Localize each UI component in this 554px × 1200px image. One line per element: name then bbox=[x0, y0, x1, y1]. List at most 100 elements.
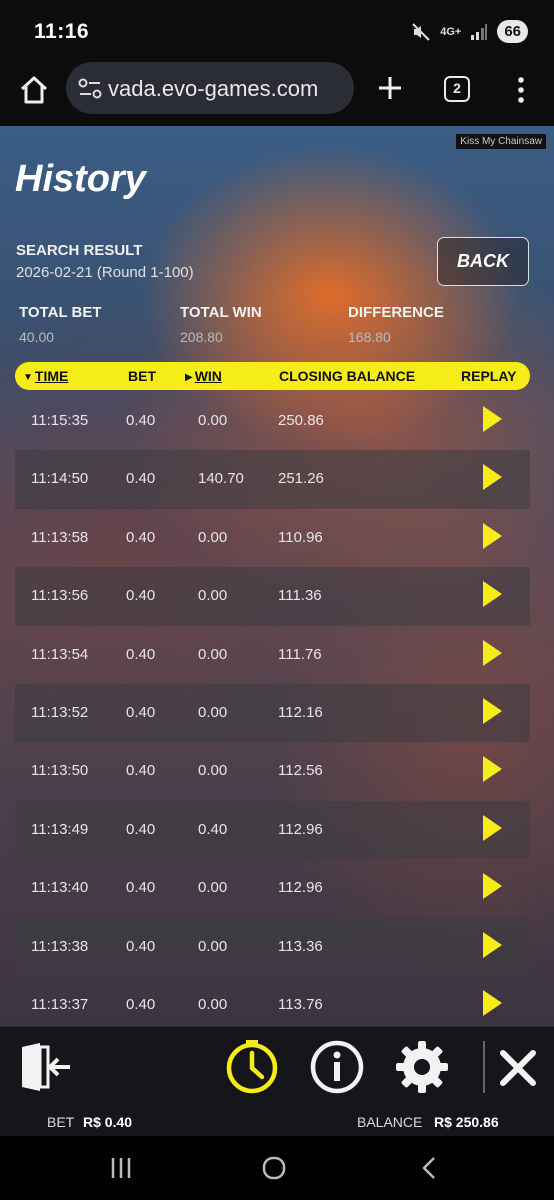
recent-apps-icon[interactable] bbox=[106, 1154, 136, 1182]
balance-label: BALANCE bbox=[357, 1114, 423, 1130]
cell-closing-balance: 113.76 bbox=[278, 995, 323, 1013]
cell-bet: 0.40 bbox=[126, 820, 156, 838]
status-bar: 11:16 4G+ 66 bbox=[0, 0, 554, 62]
new-tab-icon[interactable] bbox=[376, 74, 404, 102]
exit-icon[interactable] bbox=[16, 1039, 72, 1095]
url-text: vada.evo-games.com bbox=[108, 76, 319, 101]
cell-bet: 0.40 bbox=[126, 528, 156, 546]
totals-summary: TOTAL BET 40.00 TOTAL WIN 208.80 DIFFERE… bbox=[19, 304, 539, 348]
info-icon[interactable] bbox=[309, 1039, 365, 1095]
table-row: 11:13:40 0.40 0.00 112.96 bbox=[15, 859, 530, 917]
replay-play-icon[interactable] bbox=[481, 814, 503, 842]
cell-closing-balance: 112.96 bbox=[278, 879, 323, 897]
game-toolbar bbox=[0, 1026, 554, 1106]
sort-desc-icon: ▼ bbox=[23, 372, 33, 383]
cell-time: 11:13:49 bbox=[31, 820, 89, 838]
table-row: 11:13:37 0.40 0.00 113.76 bbox=[15, 976, 530, 1026]
column-win-label: WIN bbox=[194, 368, 222, 384]
cell-time: 11:13:38 bbox=[31, 937, 89, 955]
cell-bet: 0.40 bbox=[126, 470, 156, 488]
game-name-tag: Kiss My Chainsaw bbox=[456, 134, 546, 149]
cell-bet: 0.40 bbox=[126, 645, 156, 663]
cell-bet: 0.40 bbox=[126, 762, 156, 780]
replay-play-icon[interactable] bbox=[481, 755, 503, 783]
table-row: 11:15:35 0.40 0.00 250.86 bbox=[15, 392, 530, 450]
address-bar[interactable]: vada.evo-games.com bbox=[66, 62, 354, 114]
cell-closing-balance: 112.56 bbox=[278, 762, 323, 780]
cell-time: 11:14:50 bbox=[31, 470, 89, 488]
home-icon[interactable] bbox=[18, 74, 50, 106]
history-clock-icon[interactable] bbox=[224, 1039, 280, 1095]
replay-play-icon[interactable] bbox=[481, 405, 503, 433]
back-button[interactable]: BACK bbox=[437, 237, 529, 286]
toolbar-divider bbox=[483, 1041, 485, 1093]
cell-time: 11:13:58 bbox=[31, 528, 89, 546]
cell-win: 0.00 bbox=[198, 528, 228, 546]
replay-play-icon[interactable] bbox=[481, 872, 503, 900]
bet-label: BET bbox=[47, 1114, 75, 1130]
cell-time: 11:15:35 bbox=[31, 412, 89, 429]
cell-win: 140.70 bbox=[198, 470, 244, 488]
table-row: 11:13:52 0.40 0.00 112.16 bbox=[15, 683, 530, 743]
cell-closing-balance: 112.96 bbox=[278, 820, 323, 838]
cell-win: 0.00 bbox=[198, 412, 228, 429]
gear-icon[interactable] bbox=[394, 1039, 450, 1095]
page-title: History bbox=[15, 158, 146, 200]
cell-win: 0.00 bbox=[198, 587, 228, 605]
table-row: 11:14:50 0.40 140.70 251.26 bbox=[15, 450, 530, 509]
column-time-sort[interactable]: ▼ TIME bbox=[23, 368, 68, 384]
cell-bet: 0.40 bbox=[126, 587, 156, 605]
search-result-value: 2026-02-21 (Round 1-100) bbox=[16, 264, 194, 281]
replay-play-icon[interactable] bbox=[481, 522, 503, 550]
cell-bet: 0.40 bbox=[126, 412, 156, 429]
replay-play-icon[interactable] bbox=[481, 989, 503, 1017]
status-icons: 4G+ 66 bbox=[411, 20, 528, 43]
cell-closing-balance: 111.36 bbox=[278, 587, 322, 605]
close-icon[interactable] bbox=[495, 1039, 541, 1095]
more-menu-icon[interactable] bbox=[514, 76, 528, 104]
cell-closing-balance: 112.16 bbox=[278, 703, 323, 721]
bet-value: R$ 0.40 bbox=[83, 1114, 133, 1130]
cell-time: 11:13:50 bbox=[31, 762, 89, 780]
total-bet-label: TOTAL BET bbox=[19, 304, 102, 321]
total-win-label: TOTAL WIN bbox=[180, 304, 262, 321]
difference: DIFFERENCE 168.80 bbox=[348, 304, 444, 345]
column-win-sort[interactable]: ▶ WIN bbox=[185, 368, 222, 384]
replay-play-icon[interactable] bbox=[481, 639, 503, 667]
network-label: 4G+ bbox=[440, 25, 462, 38]
difference-label: DIFFERENCE bbox=[348, 304, 444, 321]
cell-closing-balance: 251.26 bbox=[278, 470, 324, 488]
cell-win: 0.00 bbox=[198, 762, 228, 780]
home-nav-icon[interactable] bbox=[259, 1154, 289, 1182]
difference-value: 168.80 bbox=[348, 329, 391, 345]
site-settings-icon[interactable] bbox=[78, 78, 102, 100]
column-replay: REPLAY bbox=[461, 368, 517, 384]
total-win-value: 208.80 bbox=[180, 329, 223, 345]
cell-time: 11:13:40 bbox=[31, 879, 89, 897]
replay-play-icon[interactable] bbox=[481, 697, 503, 725]
system-nav-bar bbox=[0, 1136, 554, 1200]
cell-time: 11:13:37 bbox=[31, 995, 89, 1013]
sort-play-icon: ▶ bbox=[185, 372, 193, 383]
cell-time: 11:13:54 bbox=[31, 645, 89, 663]
search-result-label: SEARCH RESULT bbox=[16, 242, 143, 259]
browser-toolbar: vada.evo-games.com 2 bbox=[0, 62, 554, 126]
column-time-label: TIME bbox=[34, 368, 69, 384]
table-header: ▼ TIME BET ▶ WIN CLOSING BALANCE REPLAY bbox=[15, 362, 530, 390]
cell-bet: 0.40 bbox=[126, 703, 156, 721]
cell-win: 0.00 bbox=[198, 879, 228, 897]
column-closing-balance: CLOSING BALANCE bbox=[279, 368, 416, 384]
cell-bet: 0.40 bbox=[126, 937, 156, 955]
tab-switcher-button[interactable]: 2 bbox=[444, 76, 470, 102]
replay-play-icon[interactable] bbox=[481, 580, 503, 608]
cell-win: 0.40 bbox=[198, 820, 228, 838]
history-screen: Kiss My Chainsaw History SEARCH RESULT 2… bbox=[0, 126, 554, 1026]
column-bet: BET bbox=[128, 368, 156, 384]
table-row: 11:13:54 0.40 0.00 111.76 bbox=[15, 626, 530, 684]
back-nav-icon[interactable] bbox=[415, 1154, 445, 1182]
total-win: TOTAL WIN 208.80 bbox=[180, 304, 262, 345]
replay-play-icon[interactable] bbox=[481, 463, 503, 491]
replay-play-icon[interactable] bbox=[481, 931, 503, 959]
cell-win: 0.00 bbox=[198, 995, 228, 1013]
mute-icon bbox=[412, 22, 430, 41]
